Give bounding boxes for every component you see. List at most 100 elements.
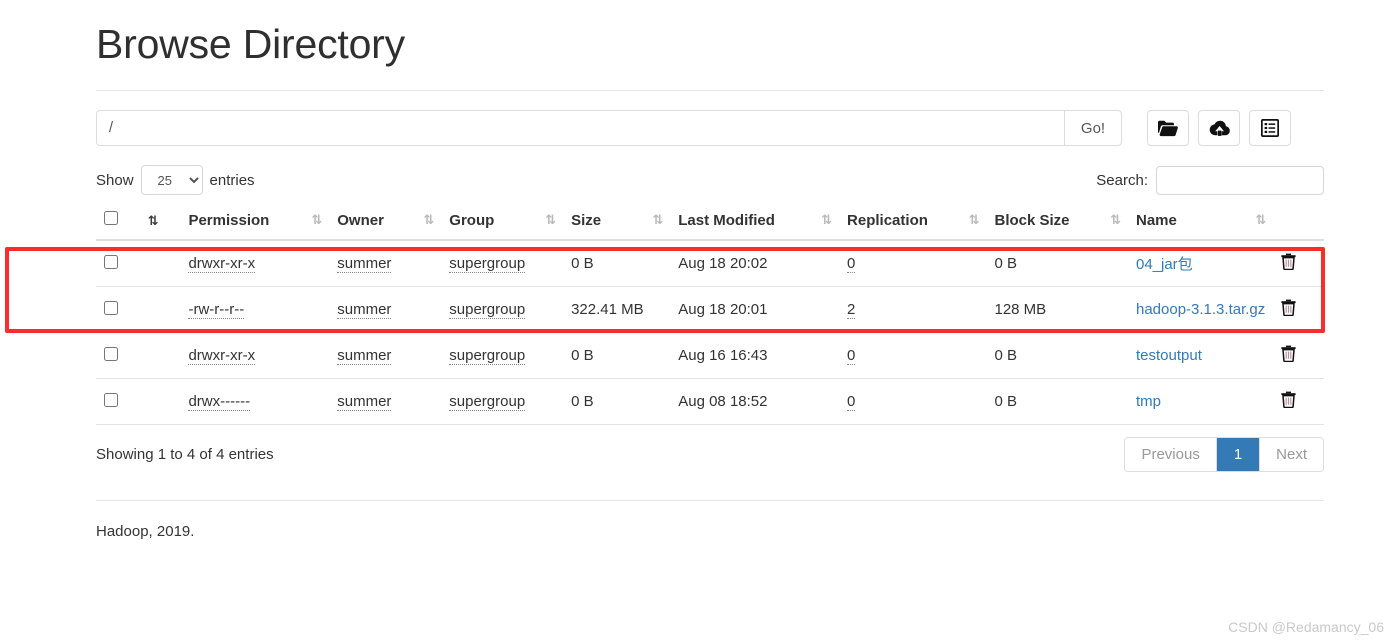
row-spacer-cell	[139, 332, 181, 379]
th-actions	[1273, 203, 1324, 241]
trash-icon	[1281, 391, 1296, 411]
sort-icon[interactable]: ⇅	[821, 214, 832, 227]
directory-table: ⇅ Permission ⇅ Owner ⇅ Group ⇅ Size ⇅ La…	[96, 203, 1324, 425]
sort-icon[interactable]: ⇅	[1110, 214, 1121, 227]
pagination-previous[interactable]: Previous	[1125, 438, 1217, 471]
permission-value[interactable]: -rw-r--r--	[188, 301, 245, 319]
pagination-page-1[interactable]: 1	[1216, 438, 1261, 471]
cloud-upload-icon	[1209, 120, 1230, 137]
replication-value[interactable]: 0	[847, 393, 856, 411]
page-length-select[interactable]: 25	[140, 165, 203, 195]
toolbar-button-group	[1147, 110, 1291, 146]
sort-icon[interactable]: ⇅	[1255, 214, 1266, 227]
footer-divider	[96, 500, 1324, 501]
replication-value[interactable]: 2	[847, 301, 856, 319]
group-value[interactable]: supergroup	[449, 393, 526, 411]
group-value[interactable]: supergroup	[449, 301, 526, 319]
group-value[interactable]: supergroup	[449, 347, 526, 365]
th-replication-label: Replication	[847, 212, 928, 229]
name-link[interactable]: hadoop-3.1.3.tar.gz	[1136, 301, 1265, 318]
delete-button[interactable]	[1281, 345, 1296, 363]
permission-value[interactable]: drwxr-xr-x	[188, 347, 256, 365]
path-bar-row: Go!	[96, 110, 1324, 146]
th-owner[interactable]: Owner ⇅	[329, 203, 442, 241]
cell-name: hadoop-3.1.3.tar.gz	[1127, 286, 1274, 333]
row-select-cell[interactable]	[96, 378, 140, 425]
th-sort-handle[interactable]: ⇅	[139, 203, 181, 241]
create-directory-button[interactable]	[1147, 110, 1189, 146]
cell-group: supergroup	[441, 286, 564, 333]
watermark: CSDN @Redamancy_06	[1228, 619, 1384, 635]
cell-block-size: 128 MB	[986, 286, 1128, 333]
delete-button[interactable]	[1281, 253, 1296, 273]
pagination: Previous 1 Next	[1124, 437, 1324, 472]
table-header-row: ⇅ Permission ⇅ Owner ⇅ Group ⇅ Size ⇅ La…	[96, 203, 1324, 241]
cut-paste-button[interactable]	[1249, 110, 1291, 146]
sort-desc-icon[interactable]: ⇅	[148, 214, 159, 229]
th-name-label: Name	[1135, 212, 1177, 229]
th-size[interactable]: Size ⇅	[563, 203, 671, 241]
owner-value[interactable]: summer	[337, 347, 392, 365]
row-checkbox[interactable]	[104, 346, 118, 361]
th-name[interactable]: Name ⇅	[1127, 203, 1274, 241]
show-label: Show	[96, 171, 134, 189]
row-checkbox[interactable]	[104, 300, 118, 315]
path-input[interactable]	[96, 110, 1064, 146]
cell-size: 0 B	[563, 378, 671, 425]
th-permission[interactable]: Permission ⇅	[180, 203, 330, 241]
replication-value[interactable]: 0	[847, 347, 856, 365]
cell-name: 04_jar包	[1127, 240, 1274, 287]
go-button[interactable]: Go!	[1064, 110, 1122, 146]
owner-value[interactable]: summer	[337, 255, 392, 273]
permission-value[interactable]: drwxr-xr-x	[188, 255, 256, 273]
th-replication[interactable]: Replication ⇅	[839, 203, 987, 241]
cell-block-size: 0 B	[986, 378, 1128, 425]
th-block-size-label: Block Size	[994, 212, 1070, 229]
replication-value[interactable]: 0	[847, 255, 856, 273]
upload-files-button[interactable]	[1198, 110, 1240, 146]
sort-icon[interactable]: ⇅	[545, 214, 556, 227]
row-select-cell[interactable]	[96, 286, 140, 333]
cell-last-modified: Aug 16 16:43	[670, 332, 840, 379]
search-input[interactable]	[1156, 165, 1324, 195]
sort-icon[interactable]: ⇅	[969, 214, 980, 227]
cell-block-size: 0 B	[986, 332, 1128, 379]
th-last-modified[interactable]: Last Modified ⇅	[670, 203, 840, 241]
footer-text: Hadoop, 2019.	[96, 523, 195, 540]
select-all-checkbox[interactable]	[104, 211, 118, 225]
sort-icon[interactable]: ⇅	[652, 214, 663, 227]
row-spacer-cell	[139, 378, 181, 425]
permission-value[interactable]: drwx------	[188, 393, 251, 411]
th-group[interactable]: Group ⇅	[441, 203, 564, 241]
table-controls-row: Show 25 entries Search:	[96, 164, 1324, 196]
row-select-cell[interactable]	[96, 240, 140, 287]
owner-value[interactable]: summer	[337, 393, 392, 411]
th-permission-label: Permission	[188, 212, 270, 229]
cell-owner: summer	[329, 378, 442, 425]
cell-owner: summer	[329, 240, 442, 287]
path-input-group: Go!	[96, 110, 1122, 146]
delete-button[interactable]	[1281, 299, 1296, 317]
row-spacer-cell	[139, 286, 181, 333]
cell-replication: 0	[839, 240, 987, 287]
cell-owner: summer	[329, 286, 442, 333]
name-link[interactable]: 04_jar包	[1136, 256, 1193, 273]
th-block-size[interactable]: Block Size ⇅	[986, 203, 1128, 241]
owner-value[interactable]: summer	[337, 301, 392, 319]
name-link[interactable]: testoutput	[1136, 347, 1202, 364]
sort-icon[interactable]: ⇅	[423, 214, 434, 227]
pagination-next[interactable]: Next	[1260, 438, 1323, 471]
trash-icon	[1281, 253, 1296, 273]
th-select-all[interactable]	[96, 203, 140, 241]
sort-icon[interactable]: ⇅	[311, 214, 322, 227]
row-checkbox[interactable]	[104, 254, 118, 269]
row-checkbox[interactable]	[104, 392, 118, 407]
table-head: ⇅ Permission ⇅ Owner ⇅ Group ⇅ Size ⇅ La…	[96, 203, 1324, 241]
entries-label: entries	[209, 171, 255, 189]
delete-button[interactable]	[1281, 391, 1296, 411]
name-link[interactable]: tmp	[1136, 393, 1161, 410]
row-select-cell[interactable]	[96, 332, 140, 379]
group-value[interactable]: supergroup	[449, 255, 526, 273]
cell-name: testoutput	[1127, 332, 1274, 379]
cell-group: supergroup	[441, 378, 564, 425]
